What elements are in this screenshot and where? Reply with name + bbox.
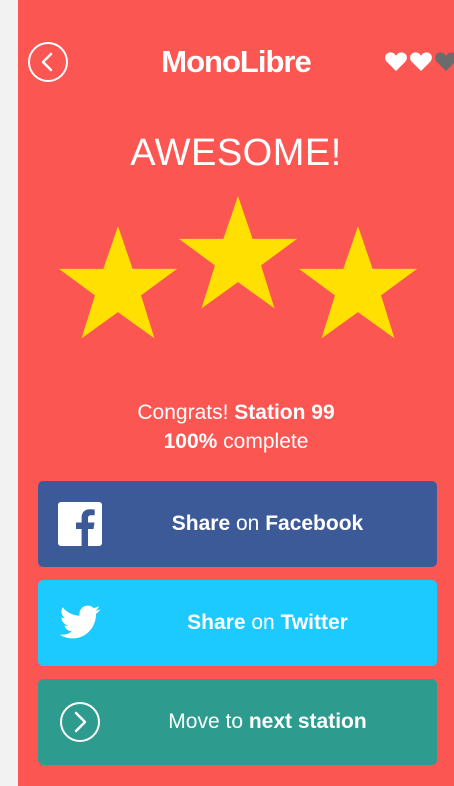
station-label: Station 99 [234,401,335,424]
twitter-bird-icon [59,605,101,639]
star-rating [18,190,454,350]
congrats-line: Congrats! Station 99 [18,398,454,427]
heart-empty-icon [435,52,454,71]
lives-indicator [384,50,454,72]
next-station-label: Move to next station [168,710,367,733]
share-facebook-button[interactable]: Share on Facebook [38,481,437,567]
congrats-text: Congrats! [137,401,229,424]
complete-text: complete [223,430,309,453]
facebook-icon [58,502,102,546]
star-icon [178,196,298,309]
header: MonoLibre [18,0,454,130]
completion-percent: 100% [163,430,218,453]
star-icon [58,226,178,339]
heart-icon [385,52,407,71]
heart-icon [410,52,432,71]
progress-line: 100% complete [18,427,454,456]
share-twitter-label: Share on Twitter [187,611,348,634]
star-icon [298,226,418,339]
share-facebook-label: Share on Facebook [171,512,364,535]
share-twitter-button[interactable]: Share on Twitter [38,580,437,666]
result-headline: AWESOME! [130,132,342,174]
completion-summary: Congrats! Station 99 100% complete [18,398,454,456]
next-station-button[interactable]: Move to next station [38,679,437,765]
level-complete-screen: MonoLibre AWESOME! Congrats! Station 99 … [18,0,454,786]
chevron-right-circle-icon [60,702,100,742]
